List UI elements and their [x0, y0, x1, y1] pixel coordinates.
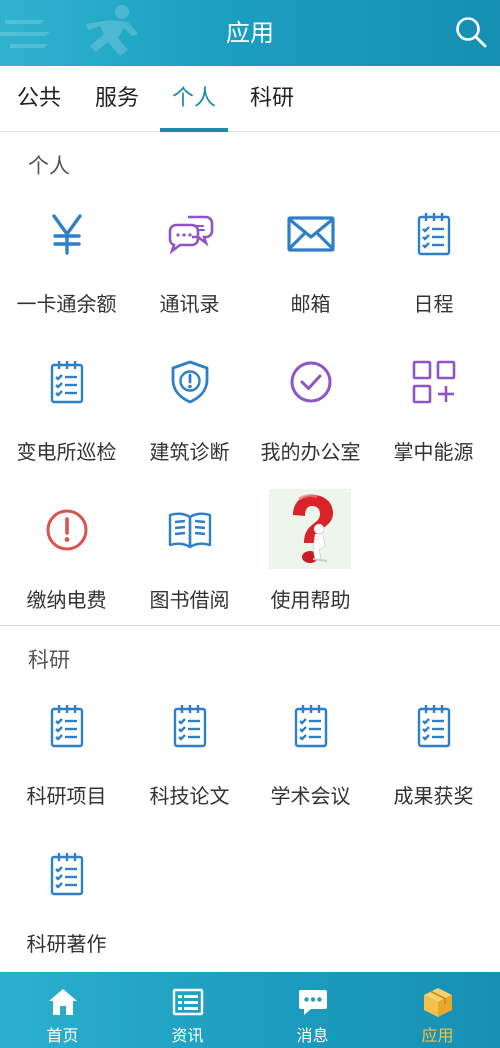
app-label: 通讯录 — [159, 292, 220, 316]
app-label: 图书借阅 — [149, 588, 230, 612]
category-tabs: 公共 服务 个人 科研 — [0, 66, 500, 132]
app-label: 使用帮助 — [270, 588, 351, 612]
app-my-office[interactable]: 我的办公室 — [248, 352, 373, 500]
tab-personal[interactable]: 个人 — [164, 66, 224, 132]
app-card-balance[interactable]: 一卡通余额 — [4, 204, 129, 352]
nav-label: 资讯 — [171, 1026, 204, 1045]
section-divider — [0, 625, 500, 626]
app-research-paper[interactable]: 科技论文 — [127, 696, 252, 844]
notepad-icon — [294, 705, 327, 748]
notepad-icon — [173, 705, 206, 748]
search-icon[interactable] — [454, 15, 488, 49]
app-label: 邮箱 — [290, 292, 331, 316]
app-label: 成果获奖 — [393, 784, 474, 808]
check-circle-icon — [290, 361, 331, 403]
open-book-icon — [168, 512, 211, 549]
notepad-icon — [417, 705, 450, 748]
tab-research[interactable]: 科研 — [243, 66, 301, 132]
question-mark-image — [269, 489, 351, 569]
yen-icon — [51, 214, 82, 255]
app-label: 变电所巡检 — [16, 440, 117, 464]
app-schedule[interactable]: 日程 — [371, 204, 496, 352]
nav-label: 应用 — [421, 1026, 454, 1045]
alert-circle-icon — [46, 509, 87, 551]
question-mark-icon — [269, 489, 351, 569]
message-icon — [298, 990, 327, 1015]
section-title-research: 科研 — [28, 648, 70, 672]
notepad-icon — [417, 213, 450, 256]
app-mailbox[interactable]: 邮箱 — [248, 204, 373, 352]
app-label: 我的办公室 — [260, 440, 361, 464]
app-building-diagnosis[interactable]: 建筑诊断 — [127, 352, 252, 500]
nav-label: 消息 — [296, 1026, 329, 1045]
notepad-icon — [50, 361, 83, 404]
bottom-nav: 首页 资讯 消息 应用 — [0, 972, 500, 1048]
app-label: 科研著作 — [26, 932, 107, 956]
app-label: 一卡通余额 — [16, 292, 117, 316]
app-achievement-awards[interactable]: 成果获奖 — [371, 696, 496, 844]
app-header: 应用 — [0, 0, 500, 66]
active-tab-indicator — [160, 128, 228, 132]
home-icon — [48, 989, 77, 1015]
app-contacts[interactable]: 通讯录 — [127, 204, 252, 352]
notepad-icon — [50, 853, 83, 896]
shield-alert-icon — [171, 360, 208, 404]
notepad-icon — [50, 705, 83, 748]
nav-label: 首页 — [46, 1026, 79, 1045]
app-academic-conference[interactable]: 学术会议 — [248, 696, 373, 844]
app-label: 建筑诊断 — [149, 440, 230, 464]
app-label: 科技论文 — [149, 784, 230, 808]
app-label: 日程 — [413, 292, 454, 316]
page-title: 应用 — [226, 19, 274, 47]
app-label: 缴纳电费 — [26, 588, 107, 612]
grid-plus-icon — [412, 360, 455, 404]
news-icon — [172, 988, 203, 1016]
cube-icon — [423, 988, 452, 1017]
app-substation-inspection[interactable]: 变电所巡检 — [4, 352, 129, 500]
app-label: 掌中能源 — [393, 440, 474, 464]
app-research-project[interactable]: 科研项目 — [4, 696, 129, 844]
tab-service[interactable]: 服务 — [88, 66, 146, 132]
nav-home[interactable]: 首页 — [0, 972, 125, 1048]
mail-icon — [286, 216, 335, 252]
app-label: 学术会议 — [270, 784, 351, 808]
section-title-personal: 个人 — [28, 154, 70, 178]
tab-public[interactable]: 公共 — [10, 66, 68, 132]
app-label: 科研项目 — [26, 784, 107, 808]
nav-messages[interactable]: 消息 — [250, 972, 375, 1048]
app-research-works[interactable]: 科研著作 — [4, 844, 129, 992]
chat-bubbles-icon — [168, 215, 213, 255]
nav-news[interactable]: 资讯 — [125, 972, 250, 1048]
nav-apps[interactable]: 应用 — [375, 972, 500, 1048]
app-energy[interactable]: 掌中能源 — [371, 352, 496, 500]
